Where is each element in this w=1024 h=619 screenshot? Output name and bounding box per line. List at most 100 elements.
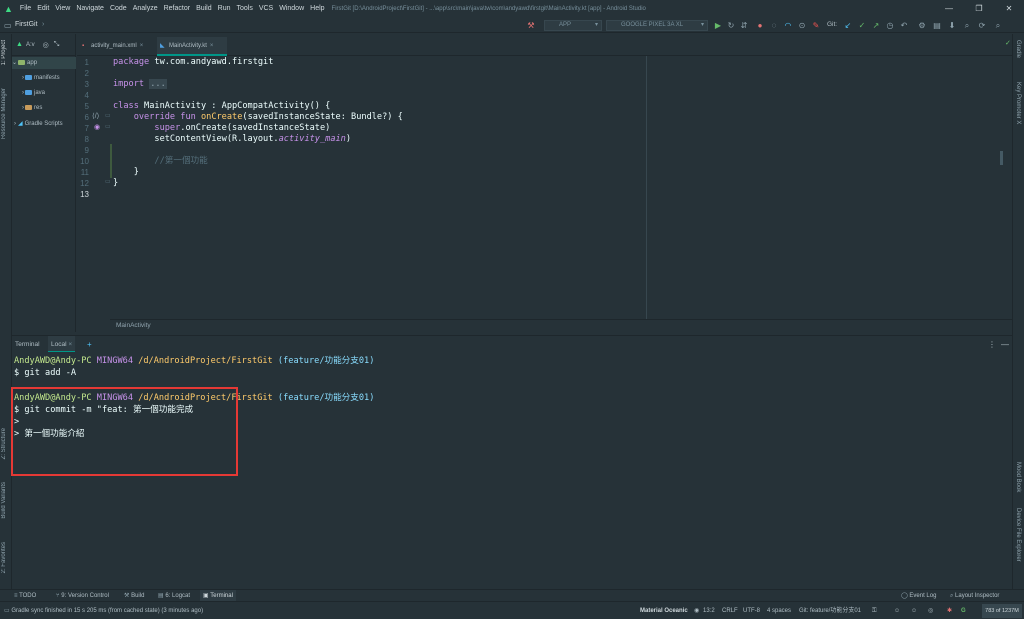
target-icon[interactable]: ◎ [43,41,49,49]
git-rollback-icon[interactable]: ↶ [899,20,909,31]
code-editor[interactable]: package tw.com.andyawd.firstgit import .… [110,56,1012,319]
tab-local[interactable]: Local × [48,336,76,353]
search-everywhere-icon[interactable]: ⌕ [962,20,972,31]
apply-changes-icon[interactable]: ↻ [726,20,736,31]
tree-item-res[interactable]: › res [12,102,76,114]
hector-inspector-icon[interactable]: ◎ [928,602,933,619]
line-number: 4 [84,91,89,100]
override-marker-icon[interactable]: ◉ [94,123,100,131]
options-menu-icon[interactable]: ⋮ [985,336,999,353]
menu-code[interactable]: Code [107,0,130,18]
git-commit-icon[interactable]: ✓ [857,20,867,31]
menu-run[interactable]: Run [215,0,234,18]
close-window-icon[interactable]: ✕ [994,0,1024,18]
indent-setting[interactable]: 4 spaces [767,602,791,619]
line-separator[interactable]: CRLF [722,602,738,619]
activity-marker-icon[interactable]: ⟨/⟩ [92,112,99,120]
terminal-title: Terminal [15,341,40,348]
memory-indicator[interactable]: 783 of 1237M [982,604,1022,618]
hammer-icon: ⚒ [124,593,130,599]
close-tab-icon[interactable]: × [68,341,72,348]
menu-help[interactable]: Help [307,0,327,18]
menu-analyze[interactable]: Analyze [130,0,161,18]
code-line-7: override fun onCreate(savedInstanceState… [133,112,403,122]
folded-imports[interactable]: ... [149,79,167,89]
right-margin-guide [646,56,647,319]
terminal-scrollbar[interactable] [1004,352,1010,589]
menu-view[interactable]: View [52,0,73,18]
right-tool-stripe: Gradle Key Promoter X Mood Book Device F… [1012,34,1024,590]
maximize-icon[interactable]: ❐ [964,0,994,18]
breadcrumb-item[interactable]: MainActivity [116,322,151,329]
inspection-ok-icon[interactable]: ✓ [1005,39,1011,47]
editor-gutter: 1 2 3 4 5 6 7 8 9 10 11 12 13 ⟨/⟩ ◉ ▭ ▭ … [77,56,111,319]
bug-icon[interactable]: ✱ [947,602,952,619]
menu-edit[interactable]: Edit [34,0,52,18]
menu-window[interactable]: Window [276,0,307,18]
project-tool-tab[interactable]: 1: Project [1,40,7,65]
project-view-select[interactable]: A:v [26,42,35,48]
stop-icon[interactable]: ● [755,20,765,31]
logcat-icon: ▤ [158,593,164,599]
device-select[interactable]: GOOGLE PIXEL 3A XL ▾ [606,20,708,31]
line-number: 5 [84,102,89,111]
refresh-icon[interactable]: ⟳ [977,20,987,31]
apply-code-icon[interactable]: ⇵ [739,20,749,31]
smile-icon[interactable]: ☺ [911,602,917,619]
run-icon[interactable]: ▶ [713,20,723,31]
key-promoter-tab[interactable]: Key Promoter X [1015,82,1021,124]
run-config-select[interactable]: APP ▾ [544,20,602,31]
menu-refactor[interactable]: Refactor [161,0,193,18]
menu-tools[interactable]: Tools [233,0,255,18]
structure-tab[interactable]: Z: Structure [1,428,7,459]
editor-scrollbar[interactable] [1000,151,1003,165]
favorites-tab[interactable]: 2: Favorites [1,542,7,573]
tree-item-java[interactable]: › java [12,87,76,99]
close-tab-icon[interactable]: × [210,43,214,49]
file-encoding[interactable]: UTF-8 [743,602,760,619]
resource-manager-tab[interactable]: Resource Manager [1,88,7,139]
tree-item-app[interactable]: ⌄ app [12,57,76,69]
tab-activity-main-xml[interactable]: ▪ activity_main.xml × [79,37,155,56]
collapse-all-icon[interactable]: ⤡ [54,41,60,49]
tree-item-manifests[interactable]: › manifests [12,72,76,84]
caret-position[interactable]: 13:2 [703,602,715,619]
git-push-icon[interactable]: ↗ [871,20,881,31]
tab-mainactivity-kt[interactable]: ◣ MainActivity.kt × [157,37,227,56]
line-number: 11 [80,168,89,177]
lock-icon[interactable]: ⚿ [872,602,877,619]
git-update-icon[interactable]: ↙ [843,20,853,31]
tree-item-gradle-scripts[interactable]: › ◢ Gradle Scripts [12,118,76,130]
gradle-tab[interactable]: Gradle [1015,40,1021,58]
avd-manager-icon[interactable]: ✎ [811,20,821,31]
build-hammer-icon[interactable]: ⚒ [526,20,536,31]
ide-notification-icon[interactable]: ◉ [694,602,699,619]
menu-navigate[interactable]: Navigate [73,0,107,18]
git-branch[interactable]: Git: feature/功能分支01 [799,602,861,619]
menu-build[interactable]: Build [193,0,215,18]
git-history-icon[interactable]: ◷ [885,20,895,31]
theme-indicator[interactable]: Material Oceanic [640,602,688,619]
profile-icon[interactable]: ◠ [783,20,793,31]
device-file-explorer-tab[interactable]: Device File Explorer [1015,508,1021,562]
new-terminal-tab-button[interactable]: + [84,336,95,353]
coverage-icon[interactable]: ⊙ [797,20,807,31]
project-structure-icon[interactable]: ▤ [932,20,942,31]
mood-book-tab[interactable]: Mood Book [1015,462,1021,492]
menu-file[interactable]: File [17,0,34,18]
status-message[interactable]: ▭ Gradle sync finished in 15 s 205 ms (f… [4,602,203,619]
chevron-right-icon: › [22,90,24,96]
project-crumb[interactable]: FirstGit [15,21,38,28]
attach-debugger-icon[interactable]: ◌ [769,20,779,31]
google-icon[interactable]: G [961,602,966,619]
hide-panel-icon[interactable]: — [998,336,1012,353]
smile-feedback-icon[interactable]: ☺ [894,602,900,619]
menu-vcs[interactable]: VCS [256,0,276,18]
vcs-change-marker[interactable] [110,144,112,178]
settings-icon[interactable]: ⚙ [917,20,927,31]
minimize-icon[interactable]: — [934,0,964,18]
close-tab-icon[interactable]: × [140,43,144,49]
sdk-manager-icon[interactable]: ⬇ [947,20,957,31]
build-variants-tab[interactable]: Build Variants [1,482,7,519]
search-icon[interactable]: ⌕ [993,20,1003,31]
